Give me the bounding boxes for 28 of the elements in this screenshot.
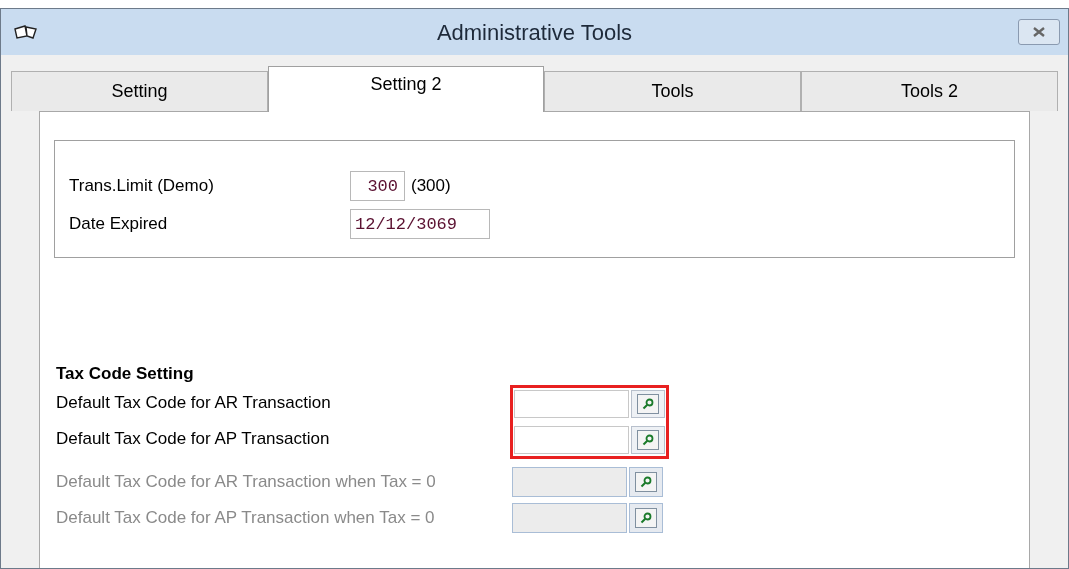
close-icon [1032, 27, 1046, 37]
field-label: Default Tax Code for AP Transaction when Tax = 0 [56, 507, 436, 530]
lookup-button[interactable] [631, 426, 665, 454]
close-button[interactable] [1018, 19, 1060, 45]
input-field[interactable]: 300 [350, 171, 405, 201]
input-field[interactable] [514, 390, 629, 418]
search-icon [640, 476, 652, 488]
input-field[interactable] [514, 426, 629, 454]
lookup-button[interactable] [629, 503, 663, 533]
window-title: Administrative Tools [436, 18, 633, 47]
search-icon [640, 512, 652, 524]
tab[interactable]: Setting 2 [268, 66, 544, 112]
tab[interactable]: Tools 2 [801, 71, 1058, 111]
field-label: Date Expired [69, 213, 169, 236]
lookup-button[interactable] [631, 390, 665, 418]
search-icon [642, 398, 654, 410]
tab[interactable]: Setting [11, 71, 268, 111]
book-icon [13, 25, 39, 39]
lookup-button[interactable] [629, 467, 663, 497]
field-label: Default Tax Code for AR Transaction [56, 392, 332, 415]
section-heading: Tax Code Setting [56, 363, 195, 385]
field-label: Trans.Limit (Demo) [69, 175, 215, 198]
limit-note: (300) [411, 175, 451, 198]
input-field[interactable]: 12/12/3069 [350, 209, 490, 239]
field-label: Default Tax Code for AP Transaction [56, 428, 331, 451]
field-label: Default Tax Code for AR Transaction when Tax = 0 [56, 471, 437, 494]
search-icon [642, 434, 654, 446]
tab[interactable]: Tools [544, 71, 801, 111]
